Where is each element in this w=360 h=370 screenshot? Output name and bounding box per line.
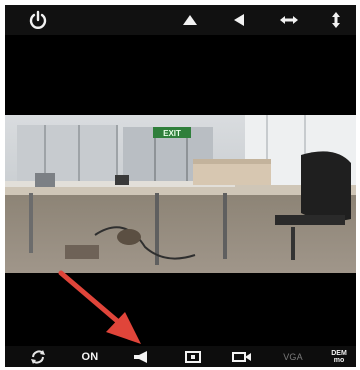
vertical-flip-icon: [183, 15, 197, 25]
top-toolbar: [5, 5, 356, 35]
collapse-horizontal-icon: [280, 16, 298, 24]
camera-video-feed[interactable]: EXIT: [5, 115, 356, 273]
rotate-button[interactable]: [27, 348, 49, 365]
horizontal-flip-icon: [234, 14, 244, 26]
resolution-label-top: DEM: [331, 349, 347, 357]
collapse-vertical-icon: [332, 12, 340, 28]
resolution-label-bottom: mo: [333, 356, 345, 364]
resolution-button[interactable]: DEM mo: [325, 348, 353, 365]
speaker-icon: [134, 350, 147, 363]
snapshot-icon: [185, 350, 201, 363]
record-button[interactable]: [229, 348, 255, 365]
power-icon: [29, 10, 47, 29]
office-scene-image: EXIT: [5, 115, 356, 273]
rotate-icon: [31, 349, 45, 364]
power-button[interactable]: [27, 10, 49, 30]
fit-height-button[interactable]: [325, 10, 347, 30]
exit-sign-text: EXIT: [163, 129, 181, 138]
quality-button[interactable]: VGA: [275, 348, 311, 365]
bottom-toolbar: ON VGA DEM mo: [5, 346, 356, 367]
on-toggle-button[interactable]: ON: [75, 348, 105, 365]
camera-app-screen: EXIT ON VGA DEM mo: [5, 5, 356, 367]
snapshot-button[interactable]: [181, 348, 205, 365]
speaker-button[interactable]: [129, 348, 155, 365]
flip-horizontal-button[interactable]: [228, 10, 250, 30]
flip-vertical-button[interactable]: [179, 10, 201, 30]
record-icon: [232, 351, 251, 362]
fit-width-button[interactable]: [278, 10, 300, 30]
